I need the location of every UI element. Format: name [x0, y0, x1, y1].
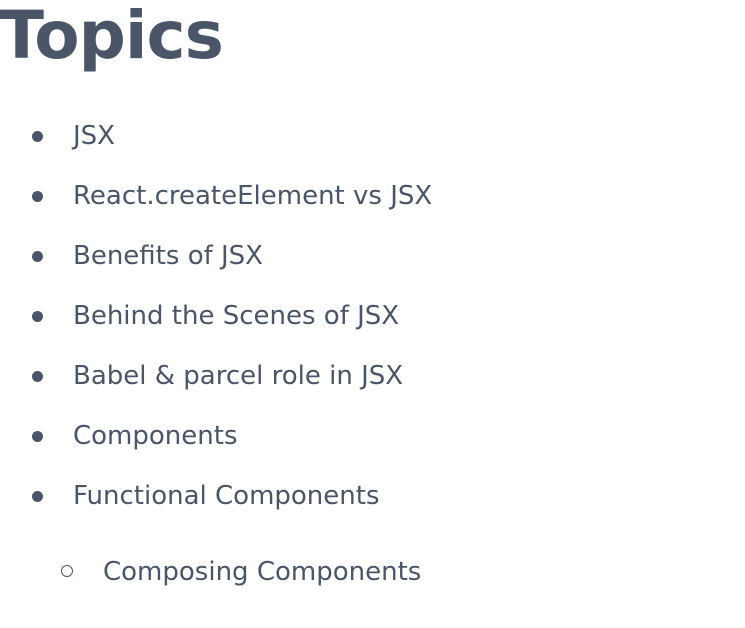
page-title: Topics: [0, 0, 224, 74]
topics-page: Topics JSX React.createElement vs JSX Be…: [0, 0, 745, 628]
list-item: Babel & parcel role in JSX: [0, 356, 700, 396]
topic-label: Behind the Scenes of JSX: [73, 301, 400, 331]
topic-label: Babel & parcel role in JSX: [73, 361, 404, 391]
bullet-icon: [32, 491, 43, 502]
bullet-icon: [32, 431, 43, 442]
list-item: Benefits of JSX: [0, 236, 700, 276]
sub-list-item: Composing Components: [0, 552, 700, 592]
bullet-icon: [32, 251, 43, 262]
subtopic-label: Composing Components: [103, 557, 422, 587]
list-item: Functional Components: [0, 476, 700, 516]
topic-label: Benefits of JSX: [73, 241, 263, 271]
topic-label: React.createElement vs JSX: [73, 181, 433, 211]
list-item: Components: [0, 416, 700, 456]
list-item: React.createElement vs JSX: [0, 176, 700, 216]
list-item: JSX: [0, 116, 700, 156]
bullet-icon: [32, 191, 43, 202]
bullet-icon: [32, 371, 43, 382]
topic-label: Components: [73, 421, 238, 451]
bullet-icon: [32, 311, 43, 322]
bullet-icon: [32, 131, 43, 142]
hollow-bullet-icon: [61, 565, 73, 577]
topic-label: JSX: [73, 121, 115, 151]
topic-label: Functional Components: [73, 481, 380, 511]
list-item: Behind the Scenes of JSX: [0, 296, 700, 336]
